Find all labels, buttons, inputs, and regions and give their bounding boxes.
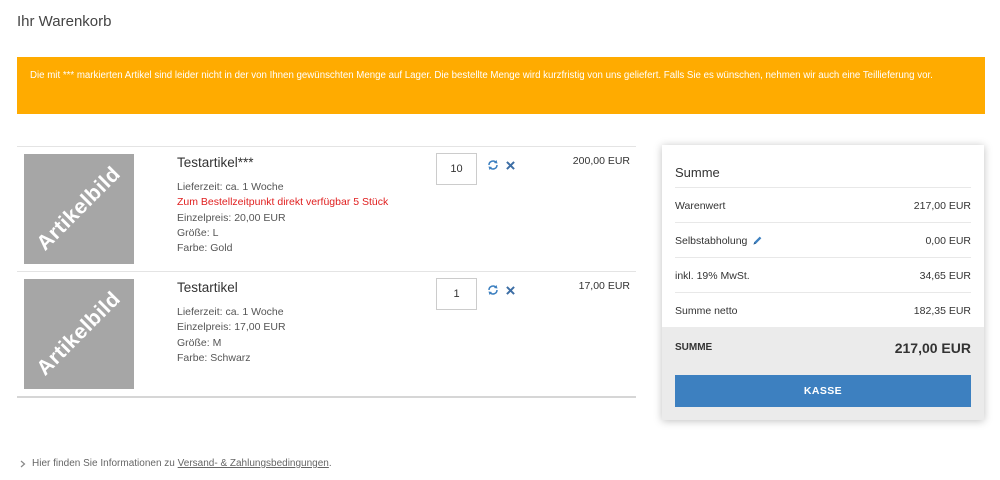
item-unit-price: Einzelpreis: 17,00 EUR (177, 321, 286, 334)
item-unit-price: Einzelpreis: 20,00 EUR (177, 211, 286, 224)
item-delivery-time: Lieferzeit: ca. 1 Woche (177, 306, 284, 318)
close-icon (505, 160, 515, 170)
item-name[interactable]: Testartikel (177, 280, 286, 295)
info-suffix: . (328, 458, 332, 469)
product-image-label: Artikelbild (32, 287, 126, 381)
item-size: Größe: M (177, 336, 222, 349)
item-details: Testartikel*** Lieferzeit: ca. 1 Woche Z… (177, 155, 388, 256)
product-image[interactable]: Artikelbild (24, 154, 134, 264)
summary-row-net-total: Summe netto 182,35 EUR (675, 292, 971, 328)
product-image[interactable]: Artikelbild (24, 279, 134, 389)
total-label: SUMME (675, 342, 713, 353)
cart-item: Artikelbild Testartikel Lieferzeit: ca. … (17, 272, 636, 398)
summary-row-goods-value: Warenwert 217,00 EUR (675, 187, 971, 223)
refresh-icon (488, 285, 498, 295)
pencil-icon[interactable] (752, 235, 763, 246)
quantity-input[interactable] (436, 153, 477, 185)
item-name[interactable]: Testartikel*** (177, 155, 388, 170)
item-details: Testartikel Lieferzeit: ca. 1 Woche Einz… (177, 280, 286, 366)
summary-row-label: Warenwert (675, 199, 726, 212)
summary-row-shipping: Selbstabholung 0,00 EUR (675, 222, 971, 258)
info-text: Hier finden Sie Informationen zu (32, 458, 175, 469)
quantity-input[interactable] (436, 278, 477, 310)
item-stock-warning: Zum Bestellzeitpunkt direkt verfügbar 5 … (177, 196, 389, 209)
summary-row-value: 182,35 EUR (913, 304, 971, 317)
summary-row-label: inkl. 19% MwSt. (675, 269, 750, 282)
stock-alert: Die mit *** markierten Artikel sind leid… (17, 57, 985, 114)
order-summary: Summe Warenwert 217,00 EUR Selbstabholun… (662, 145, 984, 420)
update-quantity-button[interactable] (486, 283, 500, 297)
checkout-button[interactable]: KASSE (675, 375, 971, 407)
summary-title: Summe (675, 165, 720, 180)
update-quantity-button[interactable] (486, 158, 500, 172)
refresh-icon (488, 160, 498, 170)
page-title: Ihr Warenkorb (17, 13, 112, 30)
summary-row-value: 217,00 EUR (913, 199, 971, 212)
product-image-label: Artikelbild (32, 162, 126, 256)
summary-row-label: Selbstabholung (675, 234, 748, 247)
summary-row-vat: inkl. 19% MwSt. 34,65 EUR (675, 257, 971, 293)
item-size: Größe: L (177, 226, 219, 239)
summary-row-value: 34,65 EUR (919, 269, 971, 282)
item-color: Farbe: Schwarz (177, 351, 251, 364)
close-icon (505, 285, 515, 295)
cart-item: Artikelbild Testartikel*** Lieferzeit: c… (17, 147, 636, 272)
remove-item-button[interactable] (503, 283, 517, 297)
cart-item-list: Artikelbild Testartikel*** Lieferzeit: c… (17, 146, 636, 398)
remove-item-button[interactable] (503, 158, 517, 172)
summary-total-box: SUMME 217,00 EUR KASSE (662, 327, 984, 420)
item-color: Farbe: Gold (177, 242, 233, 255)
summary-row-label: Summe netto (675, 304, 738, 317)
chevron-right-icon (20, 460, 26, 467)
shipping-info-line: Hier finden Sie Informationen zu Versand… (20, 458, 332, 469)
item-delivery-time: Lieferzeit: ca. 1 Woche (177, 181, 284, 193)
shipping-payment-terms-link[interactable]: Versand- & Zahlungsbedingungen (178, 458, 329, 469)
item-total-price: 200,00 EUR (572, 155, 630, 167)
total-value: 217,00 EUR (894, 340, 971, 356)
summary-row-value: 0,00 EUR (925, 234, 971, 247)
item-total-price: 17,00 EUR (578, 280, 630, 292)
